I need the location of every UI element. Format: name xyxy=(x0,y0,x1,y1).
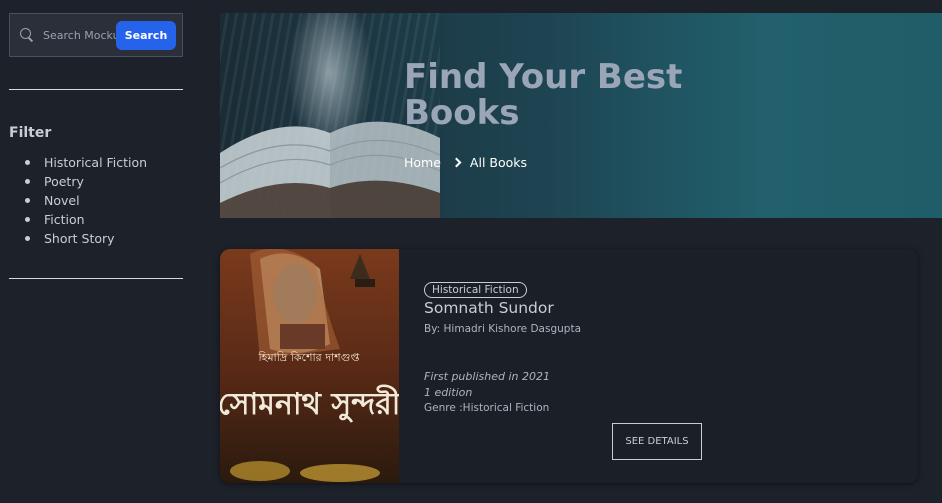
filter-item-short-story[interactable]: Short Story xyxy=(24,229,147,248)
filter-item-fiction[interactable]: Fiction xyxy=(24,210,147,229)
filter-item-poetry[interactable]: Poetry xyxy=(24,172,147,191)
edition-count: 1 edition xyxy=(424,386,473,399)
hero-banner: Find Your Best Books Home All Books xyxy=(220,13,942,218)
filter-title: Filter xyxy=(9,125,52,141)
chevron-right-icon xyxy=(451,157,462,168)
book-author: By: Himadri Kishore Dasgupta xyxy=(424,323,582,335)
hero-title: Find Your Best Books xyxy=(404,57,683,133)
see-details-button[interactable]: SEE DETAILS xyxy=(612,423,702,460)
filter-item-historical-fiction[interactable]: Historical Fiction xyxy=(24,153,147,172)
breadcrumb-home-link[interactable]: Home xyxy=(404,155,441,170)
sidebar: Search Filter Historical Fiction Poetry … xyxy=(9,13,183,279)
filter-item-novel[interactable]: Novel xyxy=(24,191,147,210)
book-title[interactable]: Somnath Sundor xyxy=(424,299,554,317)
search-button[interactable]: Search xyxy=(116,20,176,50)
filter-list: Historical Fiction Poetry Novel Fiction … xyxy=(24,153,147,248)
search-icon xyxy=(19,27,35,43)
cover-title-text: সোমনাথ সুন্দরী xyxy=(220,384,399,423)
sidebar-divider-top xyxy=(9,89,183,90)
search-input[interactable] xyxy=(43,28,116,42)
breadcrumb: Home All Books xyxy=(404,155,527,170)
cover-author-text: হিমাদ্রি কিশোর দাশগুপ্ত xyxy=(258,351,361,364)
publication-year: First published in 2021 xyxy=(424,370,550,383)
sidebar-divider-bottom xyxy=(9,278,183,279)
genre-line: Genre :Historical Fiction xyxy=(424,402,550,414)
genre-badge: Historical Fiction xyxy=(424,282,527,298)
search-box: Search xyxy=(9,13,183,57)
breadcrumb-current: All Books xyxy=(469,155,528,170)
book-cover-image: হিমাদ্রি কিশোর দাশগুপ্ত সোমনাথ সুন্দরী xyxy=(220,249,399,483)
book-card: হিমাদ্রি কিশোর দাশগুপ্ত সোমনাথ সুন্দরী H… xyxy=(220,249,918,483)
